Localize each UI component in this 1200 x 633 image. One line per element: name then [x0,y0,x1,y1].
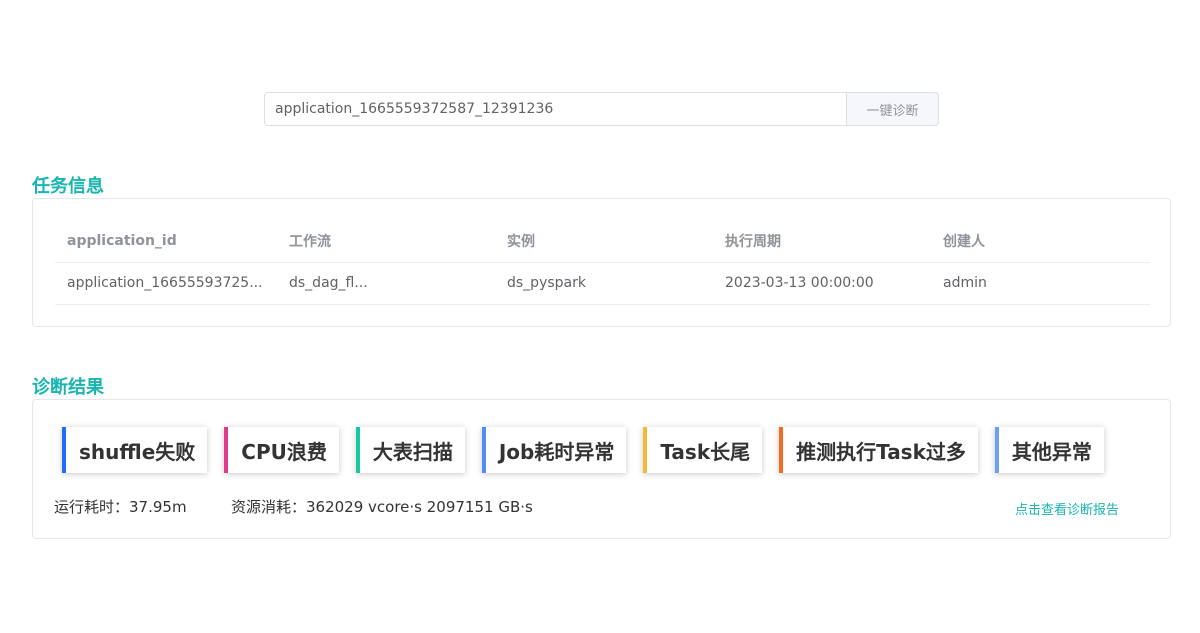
column-header-execution-period: 执行周期 [713,221,931,263]
column-header-workflow: 工作流 [277,221,495,263]
tag-large-table-scan[interactable]: 大表扫描 [355,427,465,473]
search-bar: 一键诊断 [264,92,939,126]
tag-other-anomaly[interactable]: 其他异常 [994,427,1104,473]
column-header-creator: 创建人 [931,221,1150,263]
diagnosis-result-card: shuffle失败 CPU浪费 大表扫描 Job耗时异常 Task长尾 推测执行… [32,399,1171,539]
resource-usage-stat: 资源消耗：362029 vcore·s 2097151 GB·s [231,498,533,516]
task-info-table: application_id 工作流 实例 执行周期 创建人 applicati… [55,221,1150,305]
view-diagnosis-report-link[interactable]: 点击查看诊断报告 [1015,499,1119,518]
table-row: application_16655593725... ds_dag_fl... … [55,262,1150,305]
runtime-stat: 运行耗时：37.95m [54,498,187,516]
cell-execution-period: 2023-03-13 00:00:00 [713,262,931,305]
tag-job-duration-anomaly[interactable]: Job耗时异常 [481,427,627,473]
cell-instance: ds_pyspark [495,262,713,305]
one-click-diagnose-button[interactable]: 一键诊断 [846,92,939,126]
tag-task-long-tail[interactable]: Task长尾 [643,427,763,473]
cell-application-id: application_16655593725... [55,262,277,305]
task-info-card: application_id 工作流 实例 执行周期 创建人 applicati… [32,198,1171,327]
column-header-application-id: application_id [55,221,277,263]
diagnosis-result-title: 诊断结果 [32,377,104,398]
task-info-title: 任务信息 [32,176,104,197]
table-header-row: application_id 工作流 实例 执行周期 创建人 [55,221,1150,263]
tag-shuffle-failure[interactable]: shuffle失败 [62,427,208,473]
tag-speculative-task-excess[interactable]: 推测执行Task过多 [779,427,978,473]
cell-workflow: ds_dag_fl... [277,262,495,305]
diagnosis-tag-list: shuffle失败 CPU浪费 大表扫描 Job耗时异常 Task长尾 推测执行… [62,427,1104,473]
application-id-input[interactable] [264,92,846,126]
tag-cpu-waste[interactable]: CPU浪费 [224,427,339,473]
column-header-instance: 实例 [495,221,713,263]
cell-creator: admin [931,262,1150,305]
